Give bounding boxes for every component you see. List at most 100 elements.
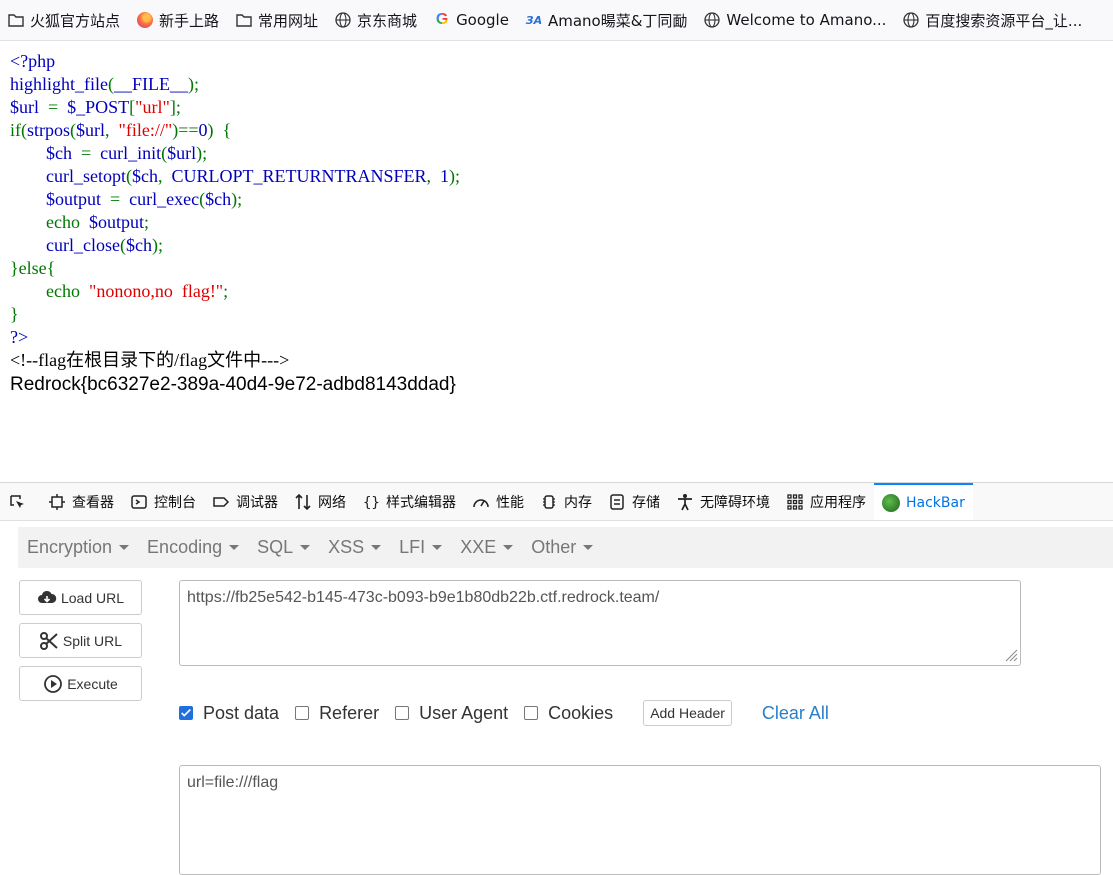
firefox-icon	[136, 11, 154, 29]
tab-inspector[interactable]: 查看器	[40, 483, 122, 520]
add-header-button[interactable]: Add Header	[643, 700, 732, 726]
execute-button[interactable]: Execute	[19, 666, 142, 701]
chevron-down-icon	[432, 545, 443, 550]
code-line: highlight_file(__FILE__);	[10, 74, 199, 94]
accessibility-icon	[676, 493, 694, 511]
chevron-down-icon	[503, 545, 514, 550]
cloud-download-icon	[37, 590, 57, 603]
tab-application[interactable]: 应用程序	[778, 483, 874, 520]
tab-network[interactable]: 网络	[286, 483, 354, 520]
picker-icon	[8, 493, 26, 511]
user-agent-checkbox[interactable]: User Agent	[395, 703, 508, 724]
devtools-tabbar: 查看器 控制台 调试器 网络 {} 样式编辑器 性能 内存 存储 无障碍环境 应…	[0, 483, 1113, 521]
tab-label: 网络	[318, 494, 346, 511]
resize-grip-icon[interactable]	[1002, 646, 1018, 662]
button-label: Load URL	[60, 589, 125, 606]
network-icon	[294, 493, 312, 511]
application-icon	[786, 493, 804, 511]
bookmark-label: Welcome to Amano...	[726, 11, 887, 29]
bookmark-label: Amano暘菜&丁同勔	[547, 11, 688, 30]
request-options: Post data Referer User Agent Cookies Add…	[179, 699, 829, 727]
tab-label: 内存	[564, 494, 592, 511]
tab-label: 样式编辑器	[386, 494, 456, 511]
code-comment: <!--flag在根目录下的/flag文件中--->	[10, 350, 290, 370]
flag-output: Redrock{bc6327e2-389a-40d4-9e72-adbd8143…	[10, 374, 456, 395]
folder-icon	[7, 11, 25, 29]
tab-element-picker[interactable]	[0, 483, 40, 520]
bookmark-common-sites[interactable]: 常用网址	[228, 5, 325, 35]
code-line: $output = curl_exec($ch);	[46, 189, 243, 209]
checkbox-label: User Agent	[419, 702, 509, 723]
tab-style-editor[interactable]: {} 样式编辑器	[354, 483, 464, 520]
code-line: <?php	[10, 51, 56, 71]
tab-label: 存储	[632, 494, 660, 511]
checkbox-label: Referer	[319, 702, 380, 723]
bookmark-label: 百度搜索资源平台_让...	[925, 11, 1083, 30]
menu-xss[interactable]: XSS	[319, 537, 390, 558]
bookmark-amano[interactable]: ЗА Amano暘菜&丁同勔	[518, 5, 694, 35]
tab-memory[interactable]: 内存	[532, 483, 600, 520]
bookmark-firefox-site[interactable]: 火狐官方站点	[0, 5, 127, 35]
url-textarea[interactable]: https://fb25e542-b145-473c-b093-b9e1b80d…	[179, 580, 1021, 666]
code-line: ?>	[10, 327, 29, 347]
tab-performance[interactable]: 性能	[464, 483, 532, 520]
svg-text:{}: {}	[363, 495, 380, 511]
bookmark-label: 常用网址	[258, 11, 319, 30]
bookmarks-toolbar: 火狐官方站点 新手上路 常用网址 京东商城 G Google ЗА Amano暘…	[0, 0, 1113, 41]
load-url-button[interactable]: Load URL	[19, 580, 142, 615]
post-data-checkbox[interactable]: Post data	[179, 703, 279, 724]
referer-checkbox[interactable]: Referer	[295, 703, 379, 724]
devtools-panel: 查看器 控制台 调试器 网络 {} 样式编辑器 性能 内存 存储 无障碍环境 应…	[0, 482, 1113, 875]
tab-console[interactable]: 控制台	[122, 483, 204, 520]
globe-icon	[902, 11, 920, 29]
checkbox-checked-icon	[179, 706, 193, 720]
tab-label: 调试器	[236, 494, 278, 511]
bookmark-label: 火狐官方站点	[30, 11, 121, 30]
storage-icon	[608, 493, 626, 511]
tab-label: 控制台	[154, 494, 196, 511]
code-line: }	[10, 304, 19, 324]
menu-encryption[interactable]: Encryption	[18, 537, 138, 558]
globe-icon	[334, 11, 352, 29]
post-data-textarea[interactable]: url=file:///flag	[179, 765, 1101, 875]
scissors-icon	[39, 631, 58, 650]
button-label: Execute	[67, 675, 118, 692]
tab-debugger[interactable]: 调试器	[204, 483, 286, 520]
tab-label: HackBar	[906, 494, 965, 511]
clear-all-link[interactable]: Clear All	[762, 703, 829, 724]
split-url-button[interactable]: Split URL	[19, 623, 142, 658]
google-icon: G	[435, 11, 449, 28]
debugger-icon	[212, 493, 230, 511]
code-line: if(strpos($url, "file://")==0) {	[10, 120, 232, 140]
checkbox-unchecked-icon	[524, 706, 539, 720]
menu-other[interactable]: Other	[522, 537, 602, 558]
menu-xxe[interactable]: XXE	[451, 537, 522, 558]
checkbox-label: Post data	[203, 702, 280, 723]
chevron-down-icon	[583, 545, 594, 550]
bookmark-getting-started[interactable]: 新手上路	[129, 5, 226, 35]
performance-icon	[472, 493, 490, 511]
tab-label: 查看器	[72, 494, 114, 511]
memory-icon	[540, 493, 558, 511]
bookmark-google[interactable]: G Google	[426, 5, 516, 35]
tab-storage[interactable]: 存储	[600, 483, 668, 520]
bookmark-baidu[interactable]: 百度搜索资源平台_让...	[895, 5, 1089, 35]
tab-hackbar[interactable]: HackBar	[874, 483, 973, 520]
menu-lfi[interactable]: LFI	[390, 537, 451, 558]
menu-encoding[interactable]: Encoding	[138, 537, 248, 558]
console-icon	[130, 493, 148, 511]
code-line: }else{	[10, 258, 56, 278]
globe-icon	[703, 11, 721, 29]
bookmark-label: Google	[456, 11, 509, 29]
code-line: $ch = curl_init($url);	[46, 143, 208, 163]
menu-sql[interactable]: SQL	[248, 537, 319, 558]
tab-accessibility[interactable]: 无障碍环境	[668, 483, 778, 520]
bookmark-jd[interactable]: 京东商城	[327, 5, 424, 35]
code-line: echo "nonono,no flag!";	[46, 281, 229, 301]
bookmark-label: 新手上路	[159, 11, 220, 30]
bookmark-welcome-amano[interactable]: Welcome to Amano...	[696, 5, 893, 35]
play-circle-icon	[44, 674, 63, 693]
checkbox-unchecked-icon	[295, 706, 310, 720]
chevron-down-icon	[300, 545, 311, 550]
cookies-checkbox[interactable]: Cookies	[524, 703, 613, 724]
